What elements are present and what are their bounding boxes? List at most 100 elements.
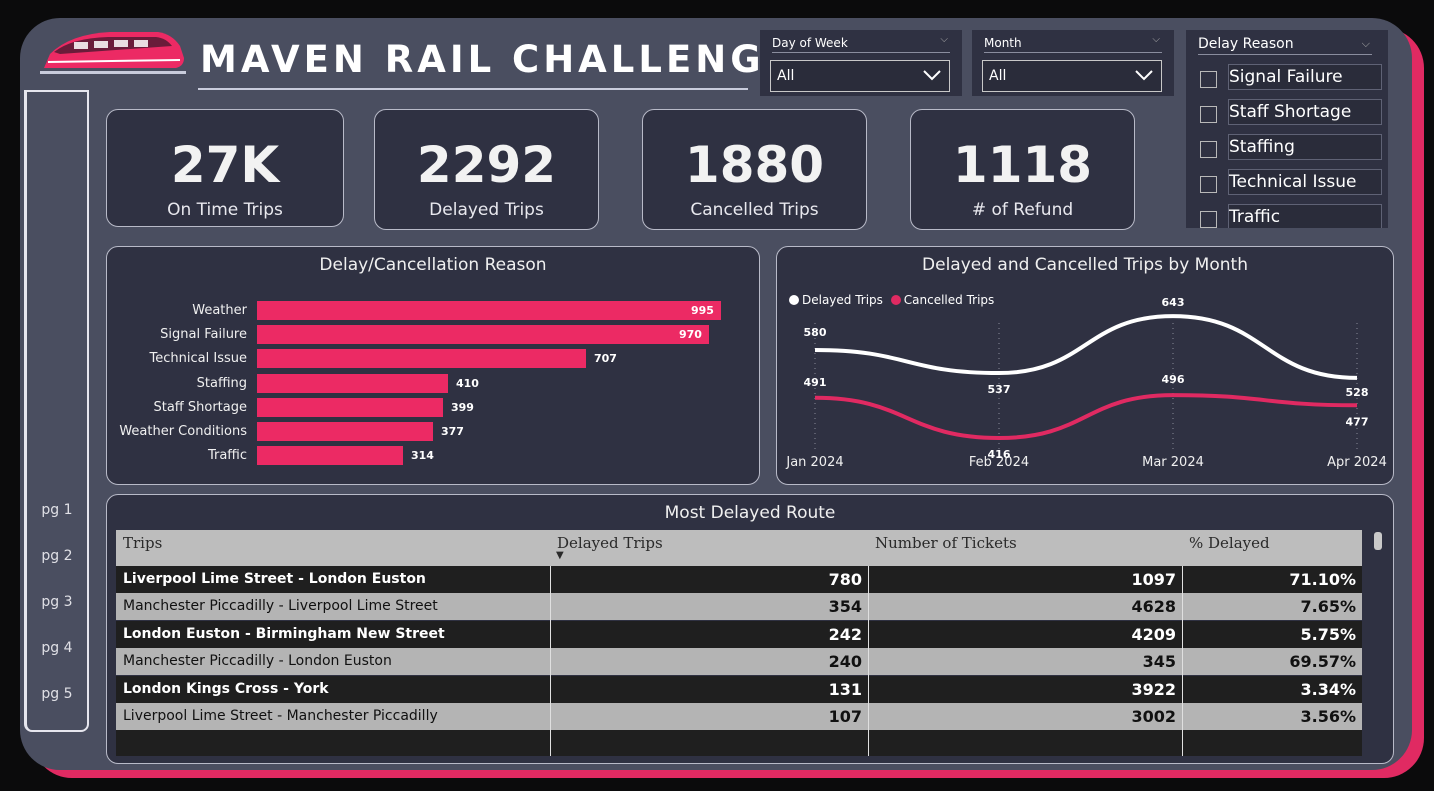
bar-row: Traffic 314 <box>107 446 757 466</box>
nav-page-3[interactable]: pg 3 <box>27 594 87 610</box>
column-header-trips[interactable]: Trips <box>116 530 550 566</box>
table-title: Most Delayed Route <box>664 503 836 523</box>
column-header-tickets[interactable]: Number of Tickets <box>868 530 1182 566</box>
x-tick-label: Jan 2024 <box>785 455 843 470</box>
kpi-label: On Time Trips <box>167 200 283 220</box>
cell-trip: London Kings Cross - York <box>123 680 329 697</box>
cell-percent-delayed: 69.57% <box>1289 652 1356 672</box>
bar[interactable] <box>257 397 443 417</box>
month-dropdown[interactable]: All <box>982 60 1162 92</box>
table-header: Trips Delayed Trips ▼ Number of Tickets … <box>116 530 1362 566</box>
bar[interactable] <box>257 301 721 320</box>
cell-trip: Manchester Piccadilly - Liverpool Lime S… <box>123 598 438 615</box>
bar[interactable] <box>257 373 448 393</box>
cell-tickets: 3922 <box>1131 679 1176 699</box>
table-row[interactable]: Manchester Piccadilly - London Euston 240… <box>116 648 1362 676</box>
kpi-card-on-time: 27K On Time Trips <box>106 109 344 227</box>
bar[interactable] <box>257 422 433 441</box>
month-slicer[interactable]: Month ⌵ All <box>972 30 1174 96</box>
nav-page-2[interactable]: pg 2 <box>27 548 87 564</box>
bar-value-label: 314 <box>411 449 434 463</box>
column-header-percent-delayed[interactable]: % Delayed <box>1182 530 1362 566</box>
bar-row: Technical Issue 707 <box>107 349 757 369</box>
kpi-card-delayed: 2292 Delayed Trips <box>374 109 599 230</box>
chevron-down-icon[interactable]: ⌵ <box>1362 37 1370 51</box>
data-label: 491 <box>804 376 827 389</box>
x-tick-label: Mar 2024 <box>1142 455 1204 470</box>
bar-value-label: 707 <box>594 352 617 366</box>
checkbox[interactable] <box>1200 211 1217 228</box>
kpi-value: 1118 <box>952 136 1093 194</box>
delay-reason-label: Delay Reason ⌵ <box>1198 36 1372 55</box>
nav-page-1[interactable]: pg 1 <box>27 502 87 518</box>
x-tick-label: Apr 2024 <box>1327 455 1387 470</box>
bar-category-label: Staffing <box>196 375 247 391</box>
day-of-week-value: All <box>777 68 795 84</box>
bar-value-label: 970 <box>679 328 702 342</box>
route-table: Trips Delayed Trips ▼ Number of Tickets … <box>116 530 1362 757</box>
chevron-down-icon[interactable]: ⌵ <box>940 34 948 45</box>
bar-category-label: Staff Shortage <box>153 399 247 415</box>
cell-percent-delayed: 71.10% <box>1289 570 1356 589</box>
data-label: 643 <box>1162 296 1185 309</box>
cell-delayed-trips: 354 <box>828 597 862 617</box>
bar[interactable] <box>257 325 709 345</box>
delayed-trips-line[interactable] <box>814 314 1358 380</box>
cell-trip: Manchester Piccadilly - London Euston <box>123 653 392 670</box>
data-label: 528 <box>1346 386 1369 399</box>
table-row[interactable]: London Kings Cross - York 131 3922 3.34% <box>116 675 1362 703</box>
bar-category-label: Weather Conditions <box>119 424 247 439</box>
cell-tickets: 1097 <box>1131 570 1176 589</box>
monthly-line-chart: Delayed and Cancelled Trips by Month Del… <box>776 246 1394 485</box>
checkbox[interactable] <box>1200 141 1217 158</box>
table-row[interactable]: London Euston - Birmingham New Street 242… <box>116 620 1362 648</box>
kpi-card-refund: 1118 # of Refund <box>910 109 1135 230</box>
cell-delayed-trips: 240 <box>828 652 862 672</box>
bar-category-label: Traffic <box>207 448 247 464</box>
checkbox[interactable] <box>1200 176 1217 193</box>
day-of-week-label: Day of Week ⌵ <box>772 34 950 53</box>
cell-tickets: 3002 <box>1131 707 1176 726</box>
bar-value-label: 995 <box>691 304 714 317</box>
day-of-week-dropdown[interactable]: All <box>770 60 950 92</box>
bar[interactable] <box>257 446 403 466</box>
checkbox[interactable] <box>1200 71 1217 88</box>
cell-trip: Liverpool Lime Street - Manchester Picca… <box>123 708 438 724</box>
cell-percent-delayed: 7.65% <box>1300 597 1356 617</box>
chevron-down-icon <box>1135 70 1153 81</box>
cell-percent-delayed: 3.56% <box>1300 707 1356 726</box>
table-row[interactable]: Manchester Piccadilly - Liverpool Lime S… <box>116 593 1362 621</box>
sort-descending-icon: ▼ <box>556 550 564 561</box>
bar-row: Weather 995 <box>107 301 757 321</box>
cell-delayed-trips: 107 <box>828 707 862 726</box>
day-of-week-slicer[interactable]: Day of Week ⌵ All <box>760 30 962 96</box>
kpi-label: Cancelled Trips <box>690 200 819 220</box>
column-header-delayed-trips[interactable]: Delayed Trips ▼ <box>550 530 868 566</box>
bar-value-label: 399 <box>451 400 474 414</box>
scrollbar-thumb[interactable] <box>1374 532 1382 550</box>
cell-trip: Liverpool Lime Street - London Euston <box>123 571 426 587</box>
chart-title: Delay/Cancellation Reason <box>319 255 547 275</box>
cell-trip: London Euston - Birmingham New Street <box>123 625 445 642</box>
bar-row: Staff Shortage 399 <box>107 397 757 418</box>
delay-reason-slicer[interactable]: Delay Reason ⌵ Signal Failure Staff Short… <box>1186 30 1388 228</box>
table-row[interactable]: Liverpool Lime Street - Manchester Picca… <box>116 703 1362 730</box>
column-header-label: Delayed Trips <box>557 534 663 552</box>
chevron-down-icon <box>923 70 941 81</box>
table-scrollbar[interactable] <box>1374 532 1382 754</box>
cell-tickets: 4628 <box>1131 597 1176 617</box>
kpi-label: # of Refund <box>971 200 1074 220</box>
data-label: 416 <box>988 448 1011 461</box>
month-label: Month ⌵ <box>984 34 1162 53</box>
nav-page-4[interactable]: pg 4 <box>27 640 87 656</box>
cell-delayed-trips: 242 <box>828 624 862 644</box>
cancelled-trips-line[interactable] <box>814 393 1358 441</box>
checkbox[interactable] <box>1200 106 1217 123</box>
cell-tickets: 345 <box>1142 652 1176 672</box>
reason-bar-chart: Delay/Cancellation Reason Weather 995 Sign… <box>106 246 760 485</box>
table-row[interactable]: Liverpool Lime Street - London Euston 780… <box>116 566 1362 593</box>
line-chart-svg: Jan 2024 Feb 2024 Mar 2024 Apr 202458053764… <box>785 296 1387 470</box>
bar[interactable] <box>257 349 586 369</box>
nav-page-5[interactable]: pg 5 <box>27 686 87 702</box>
chevron-down-icon[interactable]: ⌵ <box>1152 34 1160 45</box>
